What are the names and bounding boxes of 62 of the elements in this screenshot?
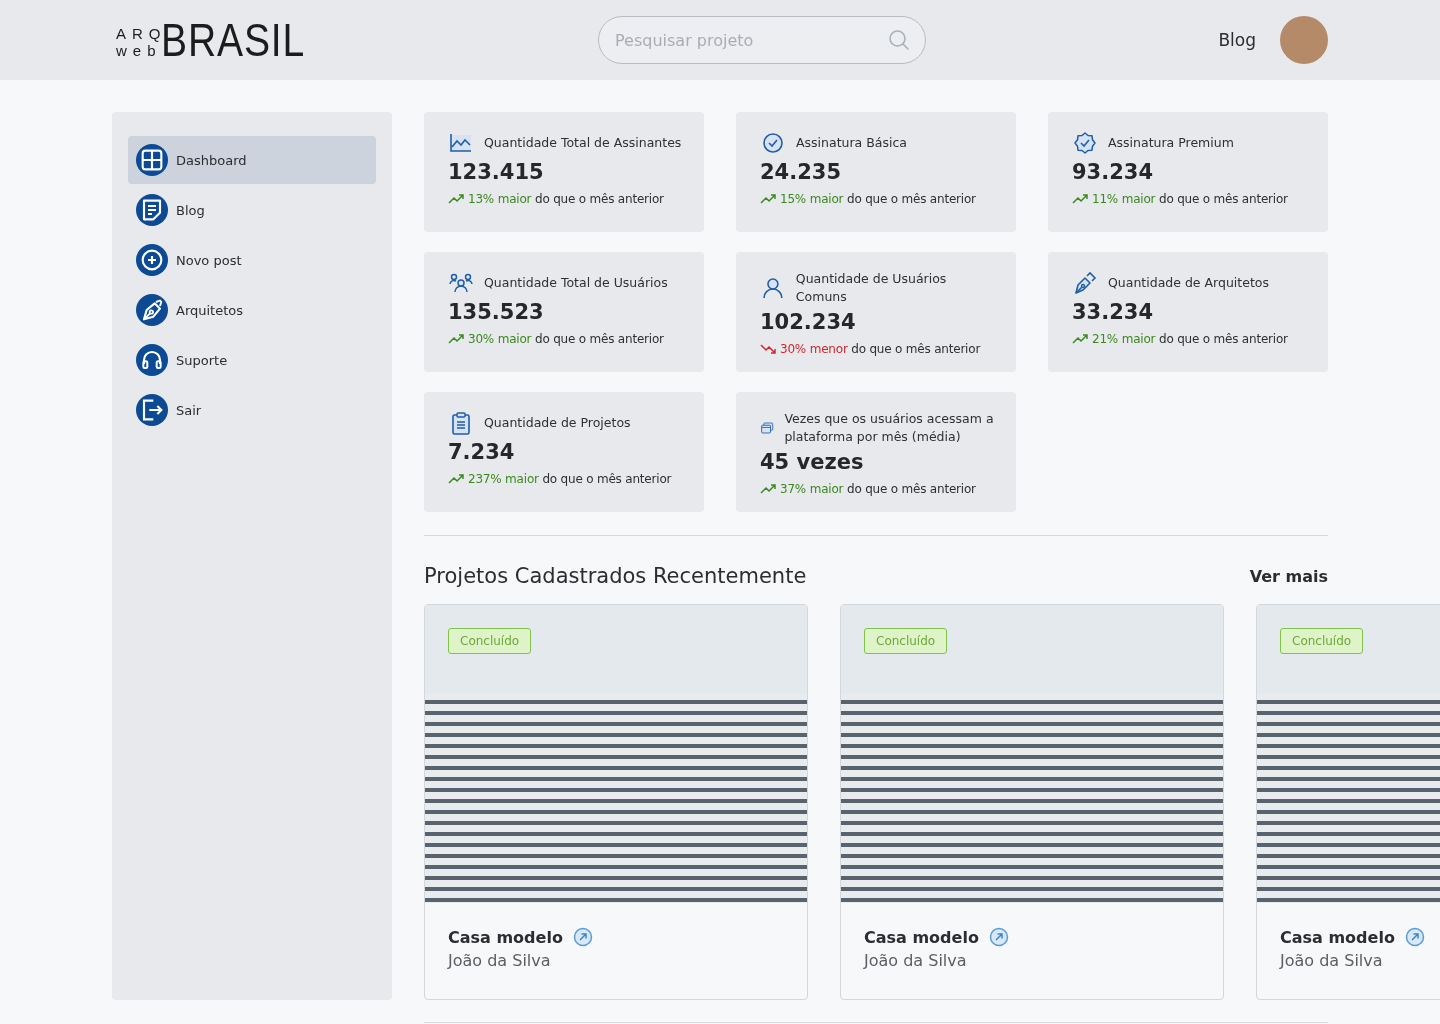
- stat-value: 45 vezes: [760, 450, 865, 474]
- sidebar-item[interactable]: Blog: [128, 186, 376, 234]
- section-title: Projetos Cadastrados Recentemente: [424, 564, 807, 588]
- exit-icon: [136, 394, 168, 426]
- stat-value: 24.235: [760, 160, 843, 184]
- stat-value: 93.234: [1072, 160, 1155, 184]
- project-card[interactable]: Concluído Casa modelo João da Silva: [1256, 604, 1440, 1000]
- stat-value: 102.234: [760, 310, 857, 334]
- author-name: João da Silva: [1280, 951, 1384, 970]
- sidebar-item[interactable]: Dashboard: [128, 136, 376, 184]
- user-icon: [760, 275, 786, 301]
- sidebar-item[interactable]: Suporte: [128, 336, 376, 384]
- change-text: 237% maior do que o mês anterior: [468, 472, 672, 486]
- search-icon: [888, 29, 910, 51]
- project-name: Casa modelo: [1280, 927, 1395, 947]
- stat-title: Assinatura Básica: [796, 134, 907, 152]
- stat-value: 123.415: [448, 160, 545, 184]
- stat-value: 33.234: [1072, 300, 1155, 324]
- grid-icon: [136, 144, 168, 176]
- sidebar-item[interactable]: Novo post: [128, 236, 376, 284]
- change-text: 21% maior do que o mês anterior: [1092, 332, 1288, 346]
- see-more-link[interactable]: Ver mais: [1249, 566, 1328, 586]
- change-text: 30% maior do que o mês anterior: [468, 332, 664, 346]
- status-tag: Concluído: [1280, 628, 1364, 654]
- check-circle-icon: [760, 130, 786, 156]
- project-card[interactable]: Concluído Casa modelo João da Silva: [840, 604, 1224, 1000]
- sidebar-item[interactable]: Sair: [128, 386, 376, 434]
- stat-title: Quantidade Total de Usuários: [484, 274, 668, 292]
- blog-link[interactable]: Blog: [1218, 30, 1256, 50]
- pen-nib-icon: [136, 294, 168, 326]
- headset-icon: [136, 344, 168, 376]
- search-field[interactable]: Pesquisar projeto: [598, 16, 926, 64]
- change-text: 15% maior do que o mês anterior: [780, 192, 976, 206]
- project-name: Casa modelo: [864, 927, 979, 947]
- stat-title: Quantidade de Usuários Comuns: [795, 270, 948, 306]
- change-text: 11% maior do que o mês anterior: [1092, 192, 1288, 206]
- logo[interactable]: ARQ web BRASIL: [116, 18, 436, 62]
- stat-title: Quantidade de Projetos: [484, 414, 631, 432]
- change-text: 13% maior do que o mês anterior: [468, 192, 664, 206]
- plus-circle-icon: [136, 244, 168, 276]
- stat-title: Quantidade Total de Assinantes: [484, 134, 682, 152]
- status-tag: Concluído: [448, 628, 532, 654]
- external-link-icon[interactable]: [572, 927, 593, 947]
- sidebar-item[interactable]: Arquitetos: [128, 286, 376, 334]
- project-card[interactable]: Concluído Casa modelo João da Silva: [424, 604, 808, 1000]
- pen-nib-icon: [1072, 270, 1098, 296]
- note-icon: [136, 194, 168, 226]
- stat-value: 7.234: [448, 440, 516, 464]
- stat-value: 135.523: [448, 300, 545, 324]
- stat-title: Vezes que os usuários acessam a plataforma por mês (média): [784, 410, 995, 446]
- avatar[interactable]: [1280, 16, 1328, 64]
- stat-title: Quantidade de Arquitetos: [1108, 274, 1269, 292]
- change-text: 30% menor do que o mês anterior: [780, 342, 981, 356]
- external-link-icon[interactable]: [1404, 927, 1425, 947]
- stat-title: Assinatura Premium: [1108, 134, 1234, 152]
- badge-check-icon: [1072, 130, 1098, 156]
- author-name: João da Silva: [864, 951, 968, 970]
- change-text: 37% maior do que o mês anterior: [780, 482, 976, 496]
- external-link-icon[interactable]: [988, 927, 1009, 947]
- status-tag: Concluído: [864, 628, 948, 654]
- project-name: Casa modelo: [448, 927, 563, 947]
- author-name: João da Silva: [448, 951, 552, 970]
